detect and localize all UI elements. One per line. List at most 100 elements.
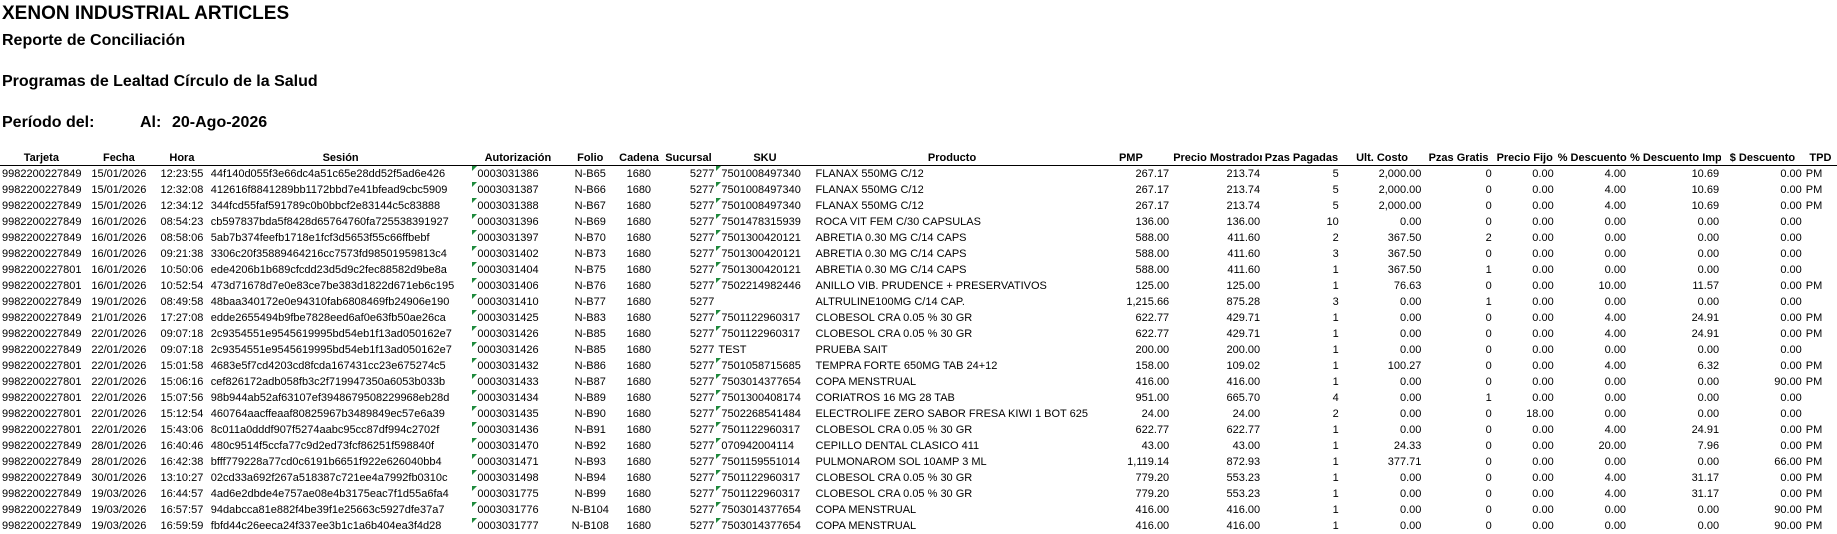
cell-monto-descuento: 0.00 — [1721, 438, 1804, 454]
cell-pct-descuento-imp: 6.32 — [1628, 358, 1721, 374]
cell-tpd: PM — [1804, 374, 1837, 390]
cell-precio-mostrador: 411.60 — [1171, 230, 1262, 246]
cell-autorizacion: 0003031402 — [472, 246, 563, 262]
cell-tarjeta: 9982200227801 — [0, 422, 83, 438]
cell-sucursal: 5277 — [661, 470, 717, 486]
cell-tarjeta: 9982200227849 — [0, 198, 83, 214]
cell-tpd: PM — [1804, 422, 1837, 438]
cell-pzas-pagadas: 2 — [1262, 406, 1341, 422]
cell-sesion: 4683e5f7cd4203cd8fcda167431cc23e675274c5 — [209, 358, 473, 374]
report-subtitle: Reporte de Conciliación — [2, 32, 185, 50]
cell-tpd: PM — [1804, 486, 1837, 502]
cell-monto-descuento: 90.00 — [1721, 518, 1804, 534]
cell-pct-descuento-imp: 0.00 — [1628, 262, 1721, 278]
cell-pct-descuento-imp: 7.96 — [1628, 438, 1721, 454]
cell-pmp: 1,119.14 — [1091, 454, 1172, 470]
cell-pmp: 622.77 — [1091, 310, 1172, 326]
cell-pzas-gratis: 0 — [1423, 342, 1493, 358]
cell-pmp: 779.20 — [1091, 486, 1172, 502]
cell-pct-descuento: 0.00 — [1556, 294, 1628, 310]
cell-pmp: 1,215.66 — [1091, 294, 1172, 310]
cell-tarjeta: 9982200227801 — [0, 278, 83, 294]
cell-folio: N-B108 — [563, 518, 617, 534]
cell-autorizacion: 0003031434 — [472, 390, 563, 406]
cell-sesion: 48baa340172e0e94310fab6808469fb24906e190 — [209, 294, 473, 310]
cell-monto-descuento: 0.00 — [1721, 326, 1804, 342]
cell-pct-descuento: 4.00 — [1556, 486, 1628, 502]
cell-pzas-pagadas: 1 — [1262, 502, 1341, 518]
cell-pct-descuento: 0.00 — [1556, 262, 1628, 278]
cell-pzas-gratis: 1 — [1423, 262, 1493, 278]
cell-monto-descuento: 0.00 — [1721, 406, 1804, 422]
cell-pct-descuento-imp: 0.00 — [1628, 342, 1721, 358]
table-row: 998220022784919/01/202608:49:5848baa3401… — [0, 294, 1837, 310]
cell-precio-fijo: 0.00 — [1494, 422, 1556, 438]
cell-pzas-gratis: 0 — [1423, 326, 1493, 342]
cell-fecha: 15/01/2026 — [83, 182, 155, 198]
cell-producto: CEPILLO DENTAL CLASICO 411 — [814, 438, 1091, 454]
cell-sku: 7501159551014 — [716, 454, 813, 470]
cell-autorizacion: 0003031404 — [472, 262, 563, 278]
cell-cadena: 1680 — [617, 342, 660, 358]
cell-hora: 16:59:59 — [155, 518, 209, 534]
cell-pmp: 588.00 — [1091, 230, 1172, 246]
cell-pzas-gratis: 0 — [1423, 438, 1493, 454]
cell-tarjeta: 9982200227801 — [0, 358, 83, 374]
cell-tarjeta: 9982200227801 — [0, 262, 83, 278]
cell-cadena: 1680 — [617, 246, 660, 262]
cell-monto-descuento: 0.00 — [1721, 262, 1804, 278]
cell-tpd — [1804, 230, 1837, 246]
cell-autorizacion: 0003031775 — [472, 486, 563, 502]
column-header-autorizacion: Autorización — [472, 151, 563, 166]
cell-folio: N-B76 — [563, 278, 617, 294]
cell-pct-descuento: 4.00 — [1556, 470, 1628, 486]
cell-fecha: 19/03/2026 — [83, 502, 155, 518]
cell-sku: 7503014377654 — [716, 374, 813, 390]
cell-pct-descuento: 0.00 — [1556, 374, 1628, 390]
program-title: Programas de Lealtad Círculo de la Salud — [2, 73, 318, 91]
cell-ult-costo: 0.00 — [1341, 214, 1424, 230]
cell-pzas-gratis: 0 — [1423, 166, 1493, 183]
cell-tpd: PM — [1804, 470, 1837, 486]
cell-fecha: 19/03/2026 — [83, 518, 155, 534]
cell-sesion: 4ad6e2dbde4e757ae08e4b3175eac7f1d55a6fa4 — [209, 486, 473, 502]
cell-precio-mostrador: 43.00 — [1171, 438, 1262, 454]
cell-tarjeta: 9982200227849 — [0, 230, 83, 246]
cell-precio-mostrador: 125.00 — [1171, 278, 1262, 294]
column-header-folio: Folio — [563, 151, 617, 166]
cell-folio: N-B69 — [563, 214, 617, 230]
cell-ult-costo: 0.00 — [1341, 518, 1424, 534]
cell-pct-descuento-imp: 11.57 — [1628, 278, 1721, 294]
cell-fecha: 22/01/2026 — [83, 406, 155, 422]
cell-pct-descuento-imp: 24.91 — [1628, 326, 1721, 342]
cell-tarjeta: 9982200227849 — [0, 518, 83, 534]
cell-folio: N-B89 — [563, 390, 617, 406]
cell-hora: 15:12:54 — [155, 406, 209, 422]
cell-autorizacion: 0003031435 — [472, 406, 563, 422]
column-header-precio-mostrador: Precio Mostrador — [1171, 151, 1262, 166]
cell-hora: 16:44:57 — [155, 486, 209, 502]
cell-monto-descuento: 0.00 — [1721, 198, 1804, 214]
cell-pzas-gratis: 0 — [1423, 470, 1493, 486]
cell-sucursal: 5277 — [661, 262, 717, 278]
cell-pct-descuento-imp: 0.00 — [1628, 246, 1721, 262]
cell-pct-descuento: 0.00 — [1556, 246, 1628, 262]
cell-pmp: 416.00 — [1091, 502, 1172, 518]
cell-fecha: 28/01/2026 — [83, 438, 155, 454]
cell-tpd: PM — [1804, 438, 1837, 454]
column-header-monto-descuento: $ Descuento — [1721, 151, 1804, 166]
cell-pzas-pagadas: 1 — [1262, 374, 1341, 390]
cell-tpd: PM — [1804, 326, 1837, 342]
table-row: 998220022780116/01/202610:50:06ede4206b1… — [0, 262, 1837, 278]
column-header-producto: Producto — [814, 151, 1091, 166]
cell-tarjeta: 9982200227849 — [0, 438, 83, 454]
cell-pzas-gratis: 0 — [1423, 214, 1493, 230]
cell-sucursal: 5277 — [661, 486, 717, 502]
cell-producto: ALTRULINE100MG C/14 CAP. — [814, 294, 1091, 310]
cell-sku: 7501300420121 — [716, 246, 813, 262]
cell-precio-fijo: 0.00 — [1494, 166, 1556, 183]
cell-precio-fijo: 0.00 — [1494, 230, 1556, 246]
cell-hora: 12:34:12 — [155, 198, 209, 214]
cell-tpd: PM — [1804, 166, 1837, 183]
cell-pzas-pagadas: 10 — [1262, 214, 1341, 230]
